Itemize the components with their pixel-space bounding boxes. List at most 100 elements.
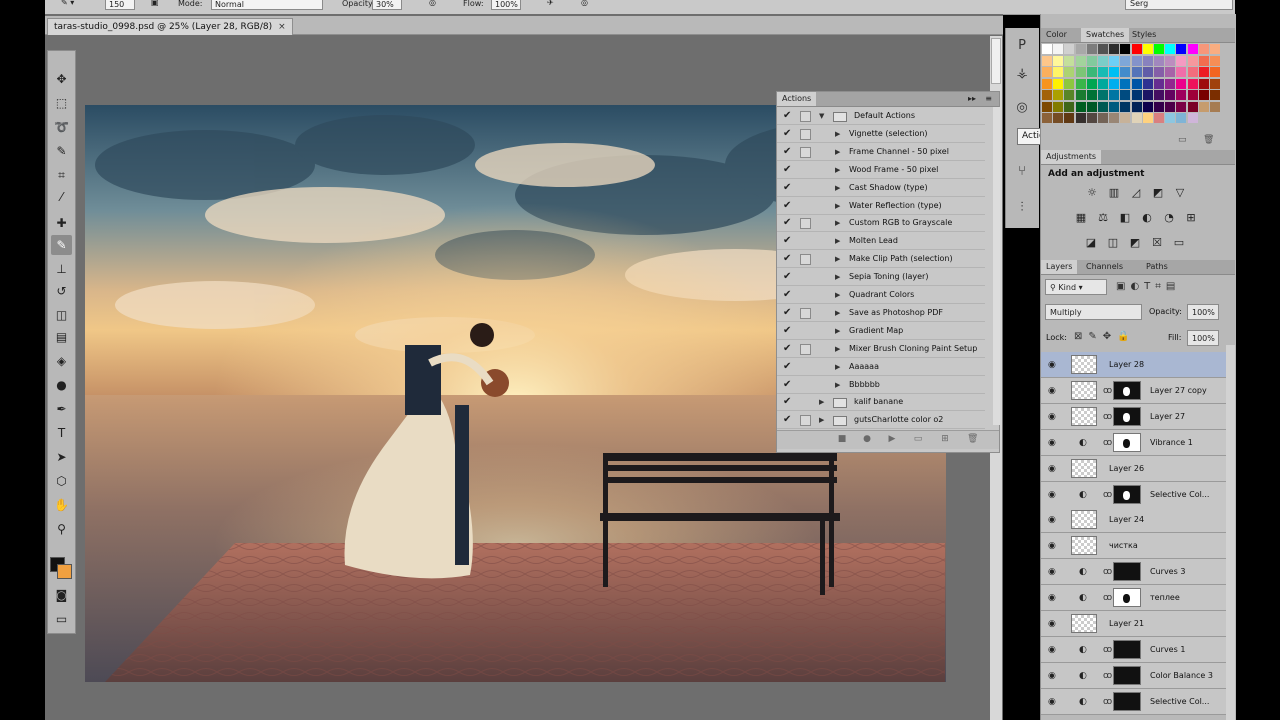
toggle-checkmark-icon[interactable]: ✔	[783, 182, 793, 194]
action-row[interactable]: ✔ ▶ Cast Shadow (type)	[777, 180, 985, 197]
layer-thumbnail[interactable]	[1071, 458, 1097, 478]
actions-icon[interactable]: ◎	[1012, 98, 1032, 118]
color-swatch[interactable]	[1109, 78, 1120, 89]
hue-saturation-icon[interactable]: ▦	[1074, 211, 1088, 224]
color-swatch[interactable]	[1053, 101, 1064, 112]
action-row[interactable]: ✔ ▼ Default Actions	[777, 108, 985, 125]
layer-mask-thumbnail[interactable]	[1113, 639, 1141, 659]
color-swatch[interactable]	[1042, 101, 1052, 112]
toggle-checkmark-icon[interactable]: ✔	[783, 307, 793, 319]
lasso-tool[interactable]: ➰	[51, 117, 72, 137]
expand-right-icon[interactable]: ▶	[835, 359, 840, 375]
dialog-toggle-icon[interactable]	[800, 343, 811, 355]
layer-mask-thumbnail[interactable]	[1113, 691, 1141, 711]
color-swatch[interactable]	[1187, 90, 1198, 100]
color-swatch[interactable]	[1210, 55, 1220, 66]
layer-mask-thumbnail[interactable]	[1113, 380, 1141, 400]
action-row[interactable]: ✔ ▶ Vignette (selection)	[777, 126, 985, 143]
clone-stamp-tool[interactable]: ⊥	[51, 259, 72, 279]
zoom-tool[interactable]: ⚲	[51, 519, 72, 539]
visibility-eye-icon[interactable]: ◉	[1048, 463, 1056, 475]
color-swatch[interactable]	[1086, 55, 1097, 66]
color-swatch[interactable]	[1042, 78, 1052, 89]
color-swatch[interactable]	[1053, 90, 1064, 100]
path-select-tool[interactable]: ➤	[51, 447, 72, 467]
color-swatch[interactable]	[1098, 67, 1108, 77]
layer-opacity-field[interactable]: 100%	[1187, 304, 1219, 320]
layer-mask-thumbnail[interactable]	[1113, 588, 1141, 608]
color-swatch[interactable]	[1154, 101, 1164, 112]
background-color-swatch[interactable]	[57, 564, 72, 579]
color-swatch[interactable]	[1042, 55, 1052, 66]
visibility-eye-icon[interactable]: ◉	[1048, 437, 1056, 449]
layer-mask-thumbnail[interactable]	[1113, 484, 1141, 504]
action-row[interactable]: ✔ ▶ Quadrant Colors	[777, 287, 985, 304]
action-row[interactable]: ✔ ▶ kalif banane	[777, 394, 985, 412]
color-swatch[interactable]	[1176, 55, 1187, 66]
color-swatch[interactable]	[1109, 67, 1120, 77]
layer-row[interactable]: ◉ ◐ ꝏ Vibrance 1	[1041, 429, 1226, 456]
color-swatch[interactable]	[1198, 55, 1209, 66]
expand-right-icon[interactable]: ▶	[819, 394, 824, 410]
color-swatch[interactable]	[1210, 78, 1220, 89]
expand-right-icon[interactable]: ▶	[835, 287, 840, 303]
tab-actions[interactable]: Actions	[777, 92, 817, 106]
toggle-checkmark-icon[interactable]: ✔	[783, 343, 793, 355]
visibility-eye-icon[interactable]: ◉	[1048, 566, 1056, 578]
toggle-checkmark-icon[interactable]: ✔	[783, 146, 793, 158]
color-swatch[interactable]	[1098, 55, 1108, 66]
expand-right-icon[interactable]: ▶	[835, 341, 840, 357]
dialog-toggle-icon[interactable]	[800, 307, 811, 319]
color-swatch[interactable]	[1075, 67, 1086, 77]
tab-styles[interactable]: Styles	[1127, 28, 1161, 42]
color-swatch[interactable]	[1109, 101, 1120, 112]
expand-down-icon[interactable]: ▼	[819, 108, 824, 124]
black-white-icon[interactable]: ◧	[1118, 211, 1132, 224]
toggle-checkmark-icon[interactable]: ✔	[783, 235, 793, 247]
brush-presets-icon[interactable]: ⚶	[1012, 64, 1032, 84]
color-swatch[interactable]	[1109, 55, 1120, 66]
color-swatch[interactable]	[1120, 78, 1131, 89]
color-swatch[interactable]	[1176, 44, 1187, 54]
color-swatch[interactable]	[1176, 101, 1187, 112]
toggle-checkmark-icon[interactable]: ✔	[783, 379, 793, 391]
color-swatch[interactable]	[1086, 67, 1097, 77]
curves-icon[interactable]: ◿	[1129, 186, 1143, 199]
chain-link-icon[interactable]: ꝏ	[1103, 644, 1112, 656]
layer-row[interactable]: ◉ ◐ ꝏ Curves 3	[1041, 559, 1226, 586]
layer-mask-thumbnail[interactable]	[1113, 665, 1141, 685]
filter-type-icons[interactable]: ▣◐T⌗▤	[1116, 279, 1226, 295]
screen-mode-icon[interactable]: ▭	[51, 609, 72, 629]
color-swatch[interactable]	[1154, 44, 1164, 54]
brush-tool[interactable]: ✎	[51, 235, 72, 255]
delete-icon[interactable]: 🗑	[967, 434, 978, 444]
visibility-eye-icon[interactable]: ◉	[1048, 618, 1056, 630]
marquee-tool[interactable]: ⬚	[51, 93, 72, 113]
visibility-eye-icon[interactable]: ◉	[1048, 489, 1056, 501]
color-swatch[interactable]	[1198, 78, 1209, 89]
color-swatch[interactable]	[1176, 113, 1187, 123]
layer-row[interactable]: ◉ ꝏ Layer 27	[1041, 403, 1226, 430]
layer-row[interactable]: ◉ Layer 24	[1041, 507, 1226, 534]
color-swatch[interactable]	[1131, 44, 1142, 54]
color-swatch[interactable]	[1098, 78, 1108, 89]
color-swatch[interactable]	[1142, 90, 1153, 100]
color-swatch[interactable]	[1075, 90, 1086, 100]
color-swatch[interactable]	[1154, 78, 1164, 89]
expand-right-icon[interactable]: ▶	[835, 305, 840, 321]
color-swatch[interactable]	[1142, 101, 1153, 112]
color-swatch[interactable]	[1142, 44, 1153, 54]
toggle-checkmark-icon[interactable]: ✔	[783, 110, 793, 122]
toggle-checkmark-icon[interactable]: ✔	[783, 289, 793, 301]
color-swatch[interactable]	[1154, 113, 1164, 123]
dialog-toggle-icon[interactable]	[800, 415, 811, 427]
expand-right-icon[interactable]: ▶	[835, 251, 840, 267]
layer-mask-thumbnail[interactable]	[1113, 562, 1141, 582]
expand-right-icon[interactable]: ▶	[835, 198, 840, 214]
color-swatch[interactable]	[1042, 90, 1052, 100]
color-swatch[interactable]	[1075, 78, 1086, 89]
action-row[interactable]: ✔ ▶ Gradient Map	[777, 323, 985, 340]
toggle-checkmark-icon[interactable]: ✔	[783, 164, 793, 176]
blend-mode-select[interactable]: Multiply	[1045, 304, 1142, 320]
channel-mixer-icon[interactable]: ◔	[1162, 211, 1176, 224]
